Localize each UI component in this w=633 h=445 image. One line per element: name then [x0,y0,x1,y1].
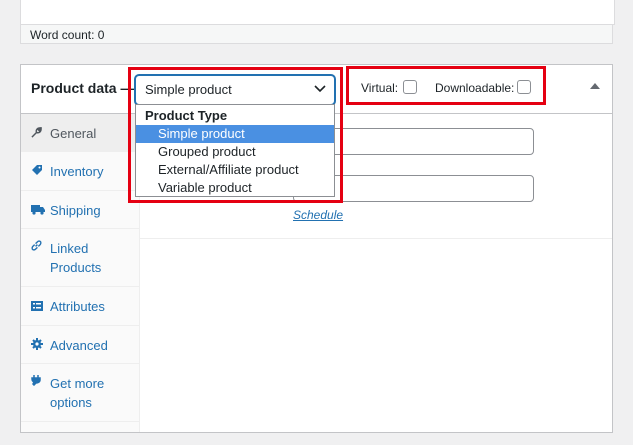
editor-content-area[interactable] [20,0,615,25]
wrench-icon [31,127,45,141]
tab-shipping[interactable]: Shipping [21,191,139,229]
tab-label: General [50,126,97,141]
tab-label: Linked Products [50,241,102,275]
tab-label: Advanced [50,338,108,353]
collapse-toggle-icon[interactable] [590,83,600,89]
truck-icon [31,204,45,218]
plugin-icon [31,374,45,389]
tab-attributes[interactable]: Attributes [21,287,139,326]
tab-label: Shipping [50,203,101,218]
tab-inventory[interactable]: Inventory [21,152,139,191]
tab-linked-products[interactable]: Linked Products [21,229,139,287]
gear-icon [31,338,45,353]
list-icon [31,301,45,314]
highlight-box-product-type [128,67,343,203]
link-icon [31,240,45,254]
highlight-box-virtual-downloadable [346,66,546,105]
tab-advanced[interactable]: Advanced [21,326,139,364]
tab-get-more-options[interactable]: Get more options [21,364,139,422]
schedule-link[interactable]: Schedule [293,208,343,222]
word-count: Word count: 0 [30,28,105,42]
tab-label: Attributes [50,299,105,314]
tab-label: Inventory [50,164,104,179]
word-count-bar: Word count: 0 [20,24,613,44]
tab-label: Get more options [50,376,105,410]
product-data-title: Product data — [31,80,135,96]
tab-general[interactable]: General [21,114,139,152]
panel-divider [140,238,612,239]
tag-icon [31,164,45,179]
product-data-tabs: General Inventory Shipping Linked Produc… [21,114,140,432]
